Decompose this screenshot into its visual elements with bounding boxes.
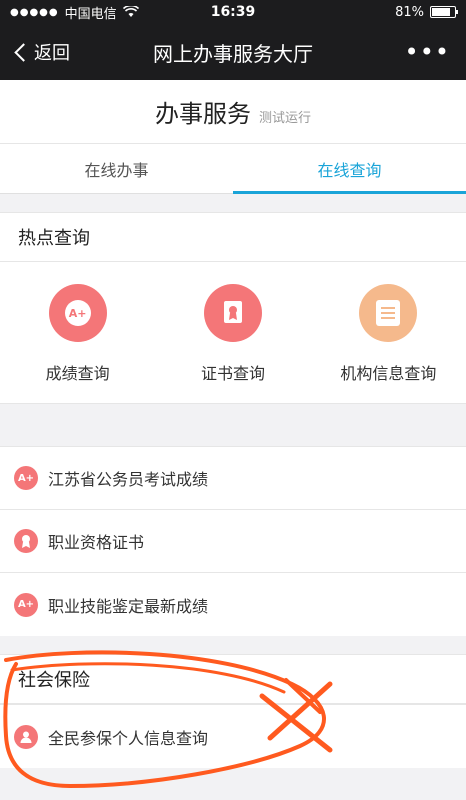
section-title-hot: 热点查询 bbox=[0, 212, 466, 262]
list-item-label: 江苏省公务员考试成绩 bbox=[48, 470, 209, 489]
nav-bar: 返回 网上办事服务大厅 ••• bbox=[0, 24, 466, 80]
status-left: ●●●●● 中国电信 bbox=[10, 3, 139, 22]
signal-icon: ●●●●● bbox=[10, 6, 59, 18]
person-icon bbox=[14, 724, 38, 749]
more-button[interactable]: ••• bbox=[405, 40, 466, 64]
hot-item-label: 成绩查询 bbox=[45, 364, 110, 383]
hot-item-label: 机构信息查询 bbox=[340, 364, 437, 383]
back-button[interactable]: 返回 bbox=[0, 39, 70, 65]
tab-online-service[interactable]: 在线办事 bbox=[0, 144, 233, 193]
status-right: 81% bbox=[395, 4, 458, 20]
wifi-icon bbox=[122, 6, 139, 17]
list-item[interactable]: 全民参保个人信息查询 bbox=[0, 705, 466, 768]
hot-item-label: 证书查询 bbox=[200, 364, 265, 383]
hot-item-grade[interactable]: A+ 成绩查询 bbox=[0, 284, 155, 384]
grade-icon: A+ bbox=[14, 592, 38, 617]
status-bar: ●●●●● 中国电信 16:39 81% bbox=[0, 0, 466, 24]
list-item[interactable]: 职业资格证书 bbox=[0, 510, 466, 573]
grade-icon: A+ bbox=[14, 466, 38, 490]
battery-fill bbox=[432, 8, 450, 16]
certificate-icon bbox=[203, 284, 262, 342]
list-item[interactable]: A+ 职业技能鉴定最新成绩 bbox=[0, 573, 466, 636]
list-item-label: 职业技能鉴定最新成绩 bbox=[48, 596, 209, 616]
list-item-label: 职业资格证书 bbox=[48, 533, 145, 552]
certificate-icon bbox=[14, 529, 38, 553]
query-list: A+ 江苏省公务员考试成绩 职业资格证书 A+ 职业技能鉴定最新成绩 bbox=[0, 446, 466, 636]
tab-online-query[interactable]: 在线查询 bbox=[233, 144, 466, 194]
person-glyph bbox=[20, 731, 32, 743]
grade-glyph: A+ bbox=[64, 300, 91, 326]
institution-glyph bbox=[376, 300, 401, 326]
list-item-label: 全民参保个人信息查询 bbox=[48, 728, 209, 748]
certificate-glyph bbox=[223, 301, 242, 323]
hot-item-institution[interactable]: 机构信息查询 bbox=[311, 284, 466, 384]
tab-bar: 在线办事 在线查询 bbox=[0, 144, 466, 194]
back-label: 返回 bbox=[34, 43, 70, 64]
chevron-left-icon bbox=[14, 42, 33, 62]
page-header: 办事服务 测试运行 bbox=[0, 80, 466, 144]
hot-query-grid: A+ 成绩查询 证书查询 机构信息查询 bbox=[0, 262, 466, 404]
hot-item-certificate[interactable]: 证书查询 bbox=[155, 284, 310, 384]
grade-icon: A+ bbox=[48, 284, 107, 342]
carrier-name: 中国电信 bbox=[64, 6, 117, 22]
grade-glyph: A+ bbox=[17, 472, 35, 484]
grade-glyph: A+ bbox=[17, 599, 35, 610]
section-title-social: 社会保险 bbox=[0, 654, 466, 704]
certificate-glyph bbox=[22, 535, 30, 548]
battery-icon bbox=[430, 6, 458, 18]
battery-percent: 81% bbox=[395, 4, 424, 20]
social-list: 全民参保个人信息查询 bbox=[0, 704, 466, 768]
page-subtitle: 测试运行 bbox=[258, 111, 311, 126]
list-item[interactable]: A+ 江苏省公务员考试成绩 bbox=[0, 447, 466, 510]
institution-icon bbox=[359, 284, 418, 342]
page-title: 办事服务 bbox=[154, 100, 251, 128]
